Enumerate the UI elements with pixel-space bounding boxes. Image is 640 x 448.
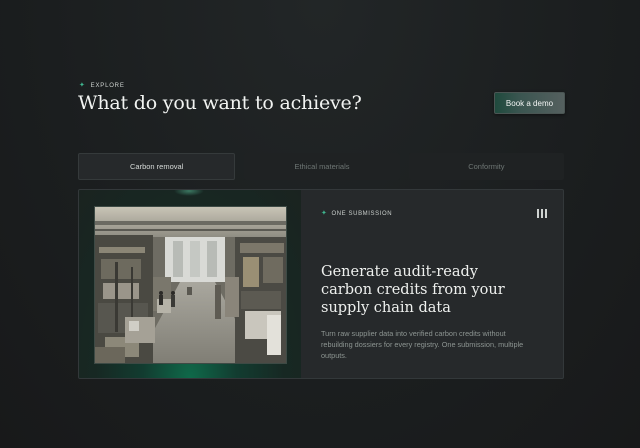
section-eyebrow: ✦ EXPLORE (79, 82, 125, 89)
tab-conformity[interactable]: Conformity (408, 153, 564, 180)
page: ✦ EXPLORE What do you want to achieve? B… (0, 0, 640, 448)
card-content: ✦ ONE SUBMISSION Generate audit-ready ca… (301, 190, 563, 378)
card-eyebrow-label: ONE SUBMISSION (331, 210, 393, 217)
page-title: What do you want to achieve? (78, 92, 362, 114)
card-eyebrow: ✦ ONE SUBMISSION (321, 210, 392, 217)
sparkle-icon: ✦ (321, 210, 328, 217)
glow-decoration (174, 190, 204, 196)
card-description: Turn raw supplier data into verified car… (321, 329, 524, 360)
card-title: Generate audit-ready carbon credits from… (321, 264, 505, 316)
tab-bar: Carbon removal Ethical materials Conform… (78, 153, 564, 180)
feature-card: ✦ ONE SUBMISSION Generate audit-ready ca… (78, 189, 564, 379)
eyebrow-label: EXPLORE (90, 82, 125, 89)
book-demo-button[interactable]: Book a demo (494, 92, 565, 114)
factory-illustration (95, 207, 286, 363)
sparkle-icon: ✦ (79, 82, 86, 89)
factory-floor-photo (94, 206, 287, 364)
card-media-panel (79, 190, 301, 378)
tab-carbon-removal[interactable]: Carbon removal (78, 153, 236, 180)
pause-icon[interactable] (537, 209, 547, 218)
tab-ethical-materials[interactable]: Ethical materials (244, 153, 400, 180)
